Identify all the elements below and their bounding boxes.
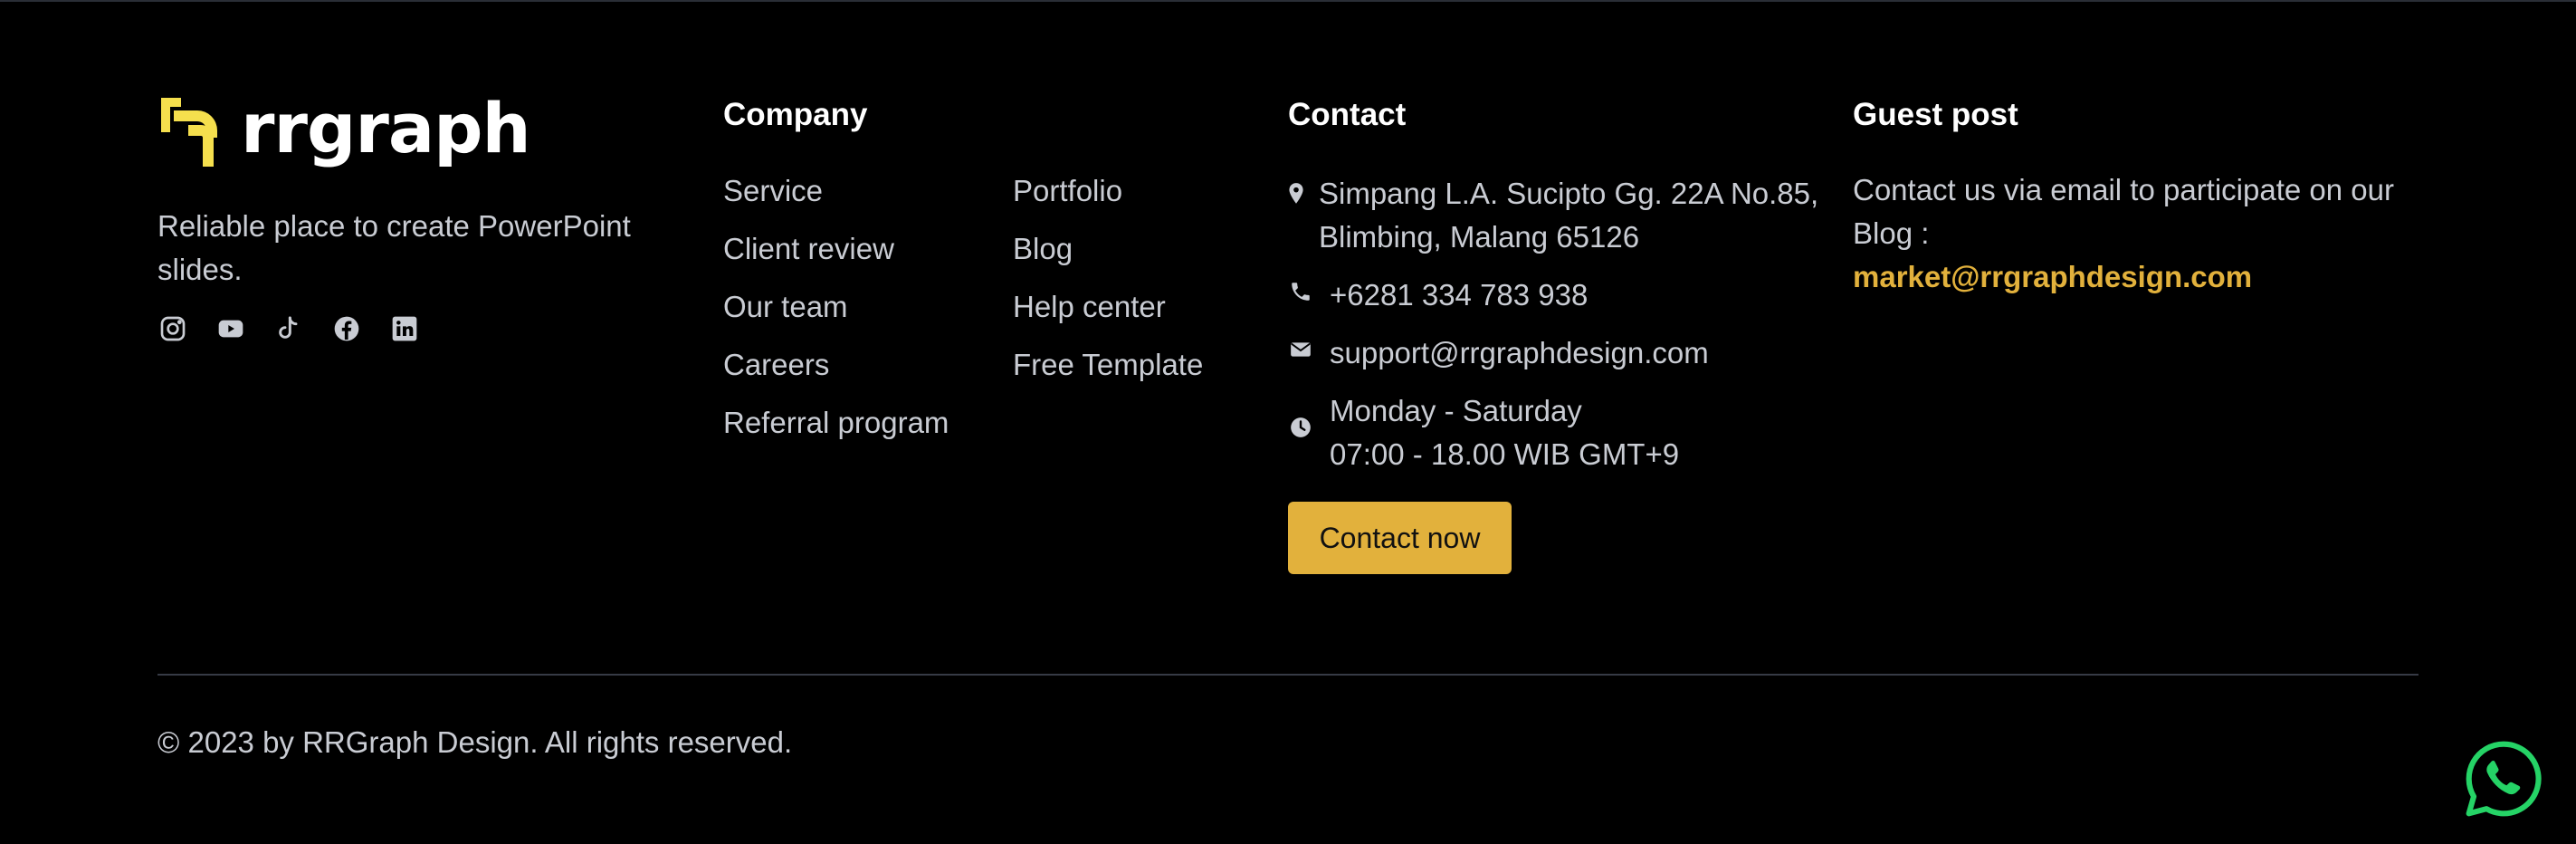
contact-now-button[interactable]: Contact now	[1288, 502, 1512, 574]
address-line1: Simpang L.A. Sucipto Gg. 22A No.85,	[1319, 177, 1819, 210]
instagram-icon	[160, 316, 186, 341]
link-help-center[interactable]: Help center	[1013, 288, 1203, 326]
top-divider	[0, 0, 2576, 2]
hours-days: Monday - Saturday	[1330, 394, 1582, 427]
site-footer: rrgraph Reliable place to create PowerPo…	[0, 0, 2576, 844]
phone-icon	[1288, 279, 1313, 304]
footer-divider	[157, 674, 2419, 676]
guest-post-description: Contact us via email to participate on o…	[1853, 173, 2394, 250]
link-portfolio[interactable]: Portfolio	[1013, 172, 1203, 210]
facebook-link[interactable]	[331, 313, 362, 344]
link-referral-program[interactable]: Referral program	[723, 404, 949, 442]
whatsapp-icon	[2466, 741, 2542, 817]
linkedin-link[interactable]	[389, 313, 420, 344]
guest-post-text: Contact us via email to participate on o…	[1853, 168, 2432, 299]
link-free-template[interactable]: Free Template	[1013, 346, 1203, 384]
contact-address: Simpang L.A. Sucipto Gg. 22A No.85, Blim…	[1288, 172, 1840, 259]
copyright-text: © 2023 by RRGraph Design. All rights res…	[157, 725, 793, 759]
logo-text: rrgraph	[241, 88, 531, 168]
company-links-col2: Portfolio Blog Help center Free Template	[1013, 172, 1203, 404]
company-links-col1: Service Client review Our team Careers R…	[723, 172, 949, 462]
tagline: Reliable place to create PowerPoint slid…	[157, 209, 631, 286]
instagram-link[interactable]	[157, 313, 188, 344]
phone-number: +6281 334 783 938	[1330, 278, 1589, 312]
link-blog[interactable]: Blog	[1013, 230, 1203, 268]
whatsapp-button[interactable]	[2462, 737, 2545, 820]
logo-mark-icon	[161, 98, 217, 167]
facebook-icon	[334, 316, 359, 341]
contact-list: Simpang L.A. Sucipto Gg. 22A No.85, Blim…	[1288, 172, 1840, 491]
youtube-icon	[218, 320, 243, 338]
map-pin-icon	[1288, 181, 1304, 206]
hours-time: 07:00 - 18.00 WIB GMT+9	[1330, 437, 1680, 471]
support-email: support@rrgraphdesign.com	[1330, 336, 1709, 369]
contact-email[interactable]: support@rrgraphdesign.com	[1288, 331, 1840, 375]
company-heading: Company	[723, 97, 868, 132]
address-line2: Blimbing, Malang 65126	[1319, 220, 1640, 254]
envelope-icon	[1288, 337, 1313, 362]
link-careers[interactable]: Careers	[723, 346, 949, 384]
link-service[interactable]: Service	[723, 172, 949, 210]
link-client-review[interactable]: Client review	[723, 230, 949, 268]
tiktok-link[interactable]	[273, 313, 304, 344]
brand-block: rrgraph Reliable place to create PowerPo…	[157, 87, 664, 344]
tiktok-icon	[279, 316, 298, 339]
youtube-link[interactable]	[215, 313, 246, 344]
social-links	[157, 313, 664, 344]
contact-phone[interactable]: +6281 334 783 938	[1288, 273, 1840, 317]
logo[interactable]: rrgraph	[157, 87, 664, 177]
link-our-team[interactable]: Our team	[723, 288, 949, 326]
clock-icon	[1288, 415, 1313, 440]
guest-post-heading: Guest post	[1853, 97, 2018, 132]
contact-hours: Monday - Saturday 07:00 - 18.00 WIB GMT+…	[1288, 389, 1840, 476]
contact-heading: Contact	[1288, 97, 1407, 132]
guest-post-email-link[interactable]: market@rrgraphdesign.com	[1853, 255, 2432, 299]
linkedin-icon	[392, 316, 417, 341]
